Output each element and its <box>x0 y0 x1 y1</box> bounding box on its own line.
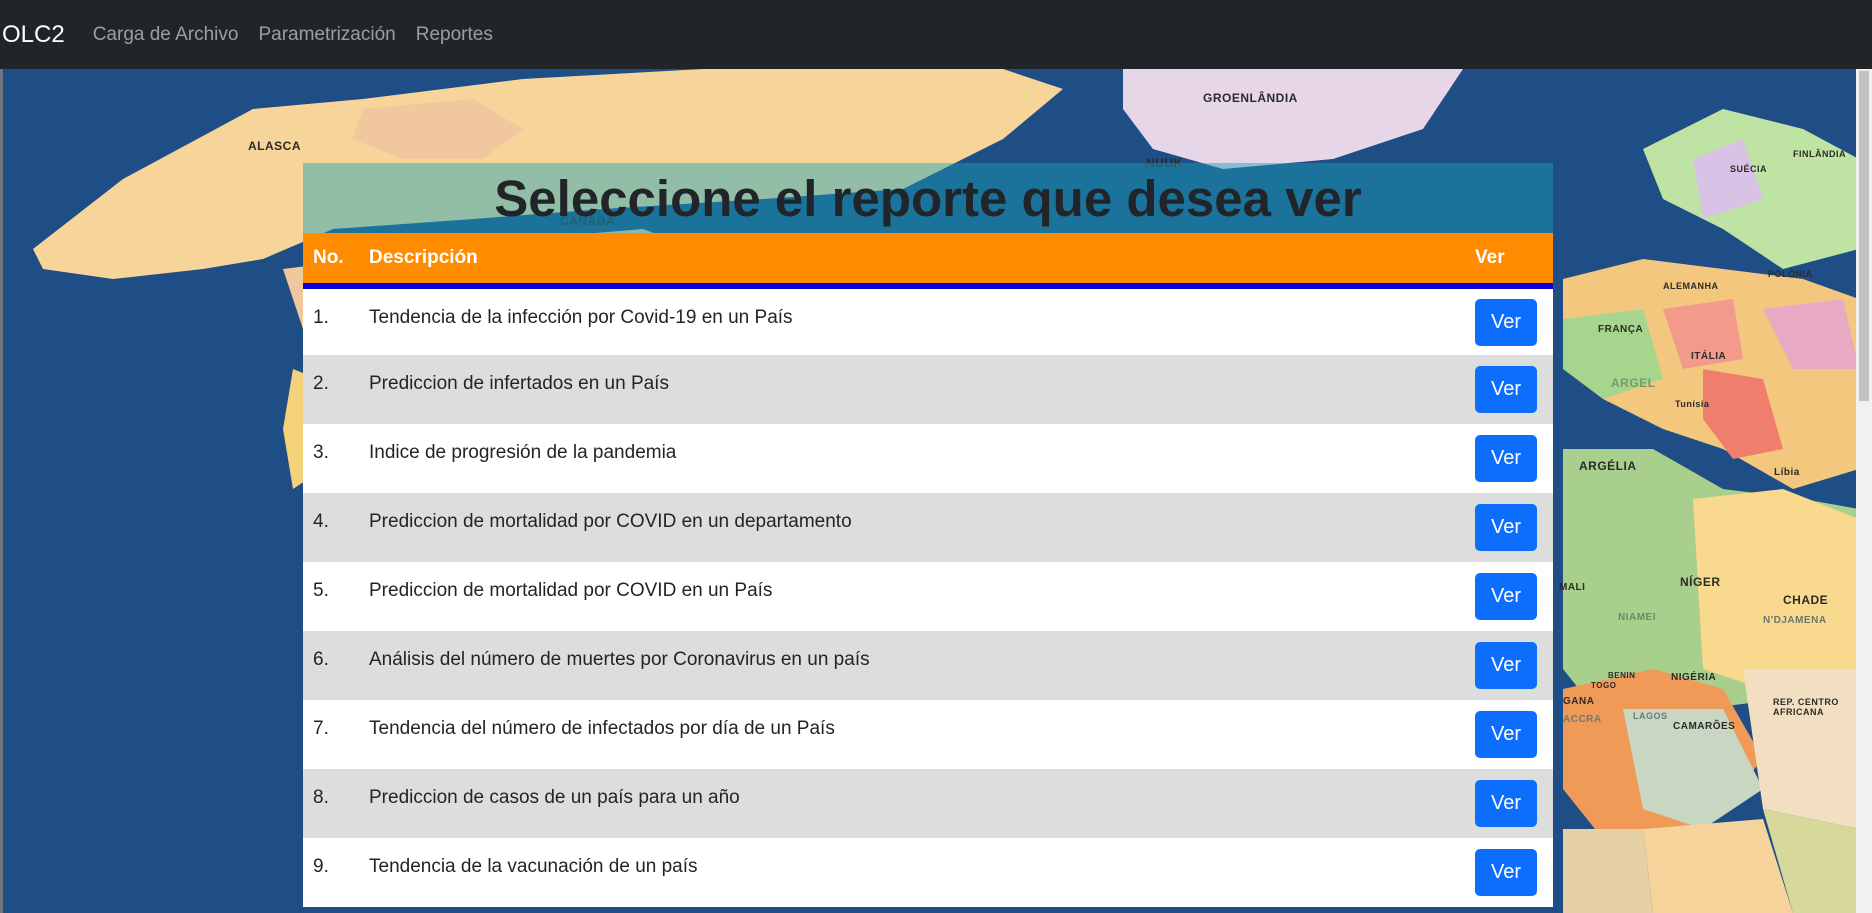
row-number: 8. <box>313 787 329 808</box>
ver-button-3[interactable]: Ver <box>1475 435 1537 482</box>
header-no: No. <box>303 233 369 289</box>
row-description: Prediccion de mortalidad por COVID en un… <box>369 511 852 532</box>
row-number: 5. <box>313 580 329 601</box>
ver-button-6[interactable]: Ver <box>1475 642 1537 689</box>
row-description: Indice de progresión de la pandemia <box>369 442 677 463</box>
map-label-accra: ACCRA <box>1563 714 1602 725</box>
table-row: 9. Tendencia de la vacunación de un país… <box>303 838 1553 907</box>
map-label-chade: CHADE <box>1783 593 1829 607</box>
row-description: Prediccion de casos de un país para un a… <box>369 787 740 808</box>
scrollbar-thumb[interactable] <box>1859 71 1869 401</box>
ver-button-9[interactable]: Ver <box>1475 849 1537 896</box>
map-label-niamei: NIAMEI <box>1618 612 1656 623</box>
nav-reportes[interactable]: Reportes <box>416 24 493 46</box>
nav-parametrizacion[interactable]: Parametrización <box>258 24 395 46</box>
row-description: Prediccion de mortalidad por COVID en un… <box>369 580 773 601</box>
map-label-groenlandia: GROENLÂNDIA <box>1203 91 1298 105</box>
row-number: 1. <box>313 307 329 328</box>
map-label-mali: MALI <box>1559 582 1586 593</box>
map-label-suecia: SUÉCIA <box>1730 164 1768 174</box>
table-header-row: No. Descripción Ver <box>303 233 1553 289</box>
row-number: 4. <box>313 511 329 532</box>
map-label-polonia: POLÔNIA <box>1768 269 1813 279</box>
row-description: Análisis del número de muertes por Coron… <box>369 649 870 670</box>
map-label-rep-centro-africana: REP. CENTRO AFRICANA <box>1773 697 1839 717</box>
table-row: 5. Prediccion de mortalidad por COVID en… <box>303 562 1553 631</box>
map-label-gana: GANA <box>1563 696 1595 707</box>
ver-button-1[interactable]: Ver <box>1475 298 1537 346</box>
map-label-alemanha: ALEMANHA <box>1663 281 1719 291</box>
table-row: 4. Prediccion de mortalidad por COVID en… <box>303 493 1553 562</box>
row-number: 2. <box>313 373 329 394</box>
table-row: 2. Prediccion de infertados en un País V… <box>303 355 1553 424</box>
ver-button-4[interactable]: Ver <box>1475 504 1537 551</box>
ver-button-8[interactable]: Ver <box>1475 780 1537 827</box>
brand-link[interactable]: OLC2 <box>2 21 65 49</box>
map-label-libia: Líbia <box>1774 467 1800 478</box>
map-label-italia: ITÁLIA <box>1691 351 1727 362</box>
row-number: 6. <box>313 649 329 670</box>
ver-button-2[interactable]: Ver <box>1475 366 1537 413</box>
map-label-nigeria: NIGÉRIA <box>1671 672 1717 683</box>
page-title: Seleccione el reporte que desea ver <box>494 169 1362 227</box>
map-label-togo: TOGO <box>1591 681 1617 690</box>
row-description: Prediccion de infertados en un País <box>369 373 669 394</box>
table-row: 1. Tendencia de la infección por Covid-1… <box>303 286 1553 355</box>
map-label-benin: BENIN <box>1608 671 1636 680</box>
row-number: 3. <box>313 442 329 463</box>
header-description: Descripción <box>369 233 1475 289</box>
reports-table: No. Descripción Ver 1. Tendencia de la i… <box>303 233 1553 907</box>
top-navbar: OLC2 Carga de Archivo Parametrización Re… <box>0 0 1872 69</box>
table-row: 6. Análisis del número de muertes por Co… <box>303 631 1553 700</box>
row-number: 9. <box>313 856 329 877</box>
ver-button-7[interactable]: Ver <box>1475 711 1537 758</box>
table-row: 3. Indice de progresión de la pandemia V… <box>303 424 1553 493</box>
map-label-tunisia: Tunísia <box>1675 399 1710 409</box>
row-number: 7. <box>313 718 329 739</box>
map-label-niger: NÍGER <box>1680 575 1721 589</box>
map-label-alasca: ALASCA <box>248 139 301 153</box>
map-label-argel: ARGEL <box>1611 376 1656 390</box>
map-label-camaroes: CAMARÕES <box>1673 721 1736 732</box>
title-bar: Seleccione el reporte que desea ver <box>303 163 1553 233</box>
map-label-ndjamena: N'DJAMENA <box>1763 615 1827 626</box>
map-label-franca: FRANÇA <box>1598 324 1644 335</box>
table-row: 7. Tendencia del número de infectados po… <box>303 700 1553 769</box>
table-row: 8. Prediccion de casos de un país para u… <box>303 769 1553 838</box>
ver-button-5[interactable]: Ver <box>1475 573 1537 620</box>
header-ver: Ver <box>1475 233 1553 289</box>
reports-panel: Seleccione el reporte que desea ver No. … <box>303 163 1553 907</box>
row-description: Tendencia de la vacunación de un país <box>369 856 698 877</box>
map-label-finlandia: FINLÂNDIA <box>1793 149 1846 159</box>
nav-carga-archivo[interactable]: Carga de Archivo <box>93 24 239 46</box>
row-description: Tendencia del número de infectados por d… <box>369 718 835 739</box>
row-description: Tendencia de la infección por Covid-19 e… <box>369 307 793 328</box>
map-label-lagos: LAGOS <box>1633 711 1668 721</box>
map-label-argelia: ARGÉLIA <box>1579 459 1637 473</box>
vertical-scrollbar[interactable] <box>1856 69 1872 913</box>
